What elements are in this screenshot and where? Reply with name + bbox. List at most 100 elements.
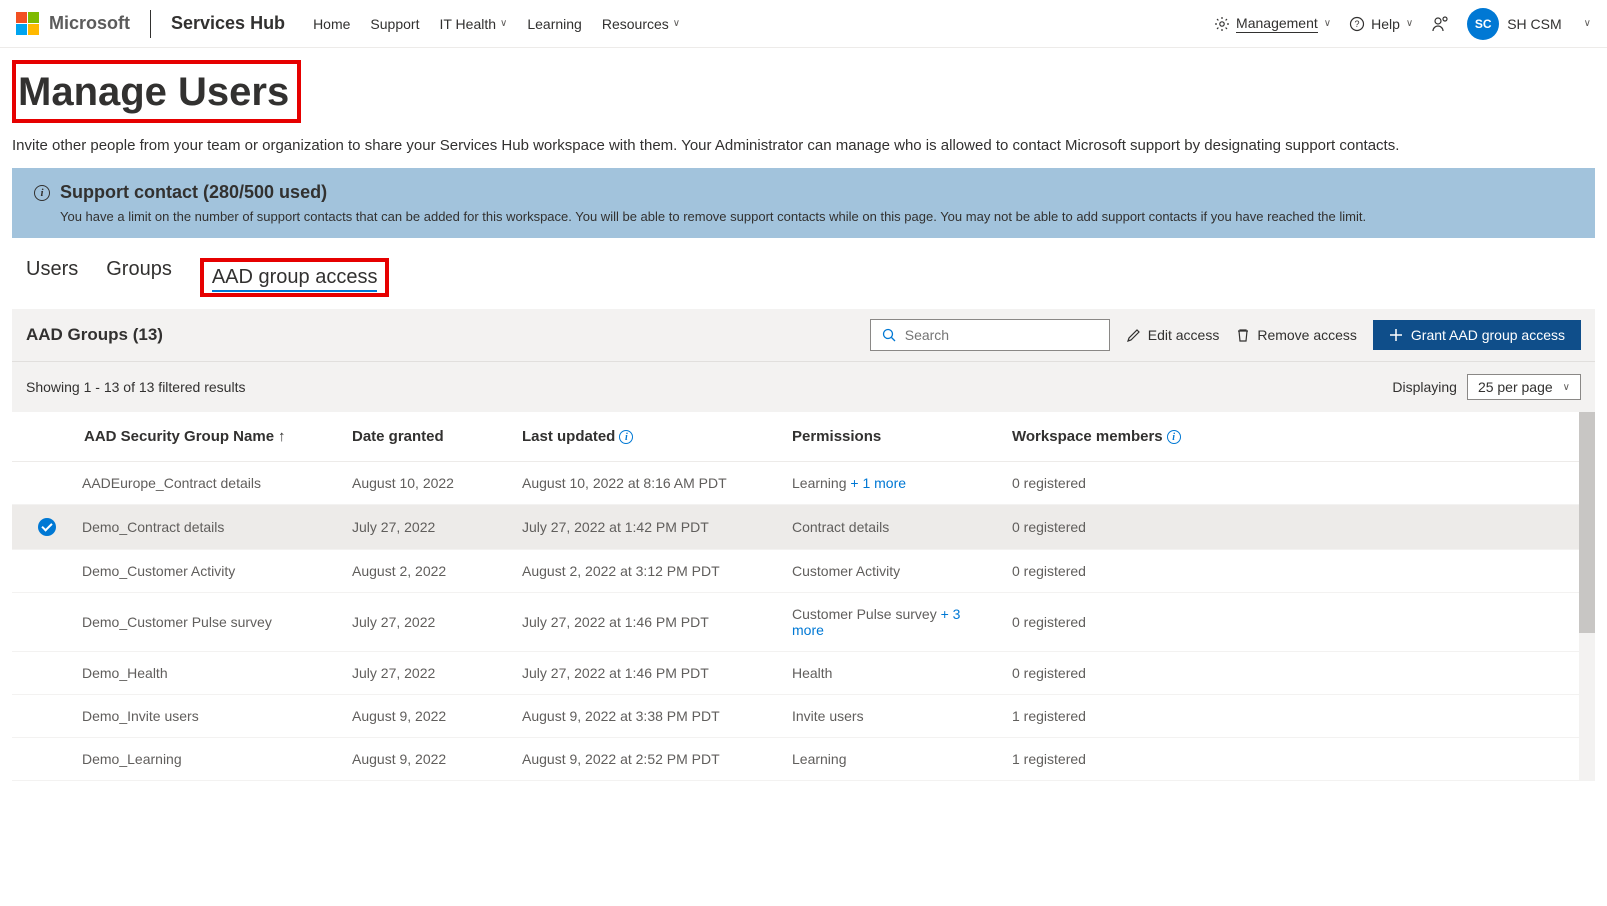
per-page-select[interactable]: 25 per page ∨: [1467, 374, 1581, 400]
cell-permissions: Health: [782, 652, 1002, 695]
row-checkbox-cell[interactable]: [12, 462, 72, 505]
cell-members: 0 registered: [1002, 652, 1595, 695]
displaying-label: Displaying: [1392, 379, 1457, 395]
management-menu[interactable]: Management ∨: [1214, 15, 1331, 33]
table-row[interactable]: AADEurope_Contract detailsAugust 10, 202…: [12, 462, 1595, 505]
table-row[interactable]: Demo_Customer ActivityAugust 2, 2022Augu…: [12, 550, 1595, 593]
chevron-down-icon: ∨: [1324, 18, 1331, 29]
filter-bar: Showing 1 - 13 of 13 filtered results Di…: [12, 361, 1595, 412]
cell-name: Demo_Health: [72, 652, 342, 695]
cell-date: July 27, 2022: [342, 652, 512, 695]
col-checkbox: [12, 412, 72, 462]
nav-learning[interactable]: Learning: [527, 16, 582, 32]
nav-resources-label: Resources: [602, 16, 669, 32]
grant-access-button[interactable]: Grant AAD group access: [1373, 320, 1581, 350]
support-contact-banner: i Support contact (280/500 used) You hav…: [12, 168, 1595, 238]
row-checkbox-cell[interactable]: [12, 550, 72, 593]
col-last-updated[interactable]: Last updated i: [512, 412, 782, 462]
col-date-granted[interactable]: Date granted: [342, 412, 512, 462]
table-row[interactable]: Demo_LearningAugust 9, 2022August 9, 202…: [12, 738, 1595, 781]
page-body: Manage Users Invite other people from yo…: [0, 48, 1607, 781]
table-row[interactable]: Demo_HealthJuly 27, 2022July 27, 2022 at…: [12, 652, 1595, 695]
global-header: Microsoft Services Hub Home Support IT H…: [0, 0, 1607, 48]
remove-access-button[interactable]: Remove access: [1235, 327, 1357, 343]
cell-permissions: Contract details: [782, 505, 1002, 550]
info-icon: i: [1167, 430, 1181, 444]
tab-aad-highlight: AAD group access: [200, 258, 390, 297]
help-label: Help: [1371, 16, 1400, 32]
info-icon: i: [619, 430, 633, 444]
tab-users[interactable]: Users: [26, 258, 78, 297]
col-name-label: AAD Security Group Name: [84, 428, 274, 445]
col-updated-label: Last updated: [522, 428, 615, 445]
table-container: AAD Security Group Name↑ Date granted La…: [12, 412, 1595, 781]
col-workspace-members[interactable]: Workspace members i: [1002, 412, 1595, 462]
row-checkbox-cell[interactable]: [12, 505, 72, 550]
cell-members: 0 registered: [1002, 593, 1595, 652]
cell-members: 1 registered: [1002, 695, 1595, 738]
notifications-button[interactable]: [1431, 15, 1449, 33]
brand-text: Microsoft: [49, 13, 130, 34]
cell-date: August 9, 2022: [342, 738, 512, 781]
table-row[interactable]: Demo_Contract detailsJuly 27, 2022July 2…: [12, 505, 1595, 550]
col-members-label: Workspace members: [1012, 428, 1163, 445]
microsoft-logo: [16, 12, 39, 35]
cell-permissions: Customer Activity: [782, 550, 1002, 593]
tab-strip: Users Groups AAD group access: [12, 238, 1595, 309]
nav-it-health[interactable]: IT Health∨: [439, 16, 507, 32]
tab-groups[interactable]: Groups: [106, 258, 172, 297]
cell-permissions: Learning + 1 more: [782, 462, 1002, 505]
nav-home[interactable]: Home: [313, 16, 350, 32]
row-checkbox-cell[interactable]: [12, 738, 72, 781]
cell-members: 0 registered: [1002, 550, 1595, 593]
scroll-thumb[interactable]: [1579, 412, 1595, 633]
cell-date: August 2, 2022: [342, 550, 512, 593]
chevron-down-icon: ∨: [1406, 18, 1413, 29]
chevron-down-icon: ∨: [1563, 382, 1570, 393]
banner-title-text: Support contact (280/500 used): [60, 182, 327, 203]
user-menu[interactable]: SC SH CSM ∨: [1467, 8, 1591, 40]
row-checkbox-cell[interactable]: [12, 695, 72, 738]
cell-updated: August 9, 2022 at 2:52 PM PDT: [512, 738, 782, 781]
cell-members: 0 registered: [1002, 505, 1595, 550]
info-icon: i: [34, 185, 50, 201]
cell-updated: July 27, 2022 at 1:46 PM PDT: [512, 593, 782, 652]
edit-access-button[interactable]: Edit access: [1126, 327, 1220, 343]
chevron-down-icon: ∨: [673, 18, 680, 29]
search-input[interactable]: [870, 319, 1110, 351]
avatar: SC: [1467, 8, 1499, 40]
banner-body: You have a limit on the number of suppor…: [60, 209, 1573, 224]
help-menu[interactable]: ? Help ∨: [1349, 16, 1413, 32]
table-row[interactable]: Demo_Invite usersAugust 9, 2022August 9,…: [12, 695, 1595, 738]
cell-members: 1 registered: [1002, 738, 1595, 781]
scrollbar[interactable]: [1579, 412, 1595, 781]
pencil-icon: [1126, 327, 1142, 343]
cell-name: AADEurope_Contract details: [72, 462, 342, 505]
more-permissions-link[interactable]: + 3 more: [792, 606, 960, 638]
cell-date: August 9, 2022: [342, 695, 512, 738]
results-count: Showing 1 - 13 of 13 filtered results: [26, 379, 1392, 395]
row-checkbox-cell[interactable]: [12, 593, 72, 652]
cell-members: 0 registered: [1002, 462, 1595, 505]
nav-support[interactable]: Support: [370, 16, 419, 32]
col-permissions[interactable]: Permissions: [782, 412, 1002, 462]
row-checkbox-cell[interactable]: [12, 652, 72, 695]
page-title: Manage Users: [12, 60, 301, 123]
nav-resources[interactable]: Resources ∨: [602, 16, 680, 32]
banner-title: i Support contact (280/500 used): [34, 182, 1573, 203]
more-permissions-link[interactable]: + 1 more: [850, 475, 906, 491]
cell-updated: August 9, 2022 at 3:38 PM PDT: [512, 695, 782, 738]
chevron-down-icon: ∨: [1584, 18, 1591, 29]
col-name[interactable]: AAD Security Group Name↑: [72, 412, 342, 462]
checkmark-icon: [38, 518, 56, 536]
management-label: Management: [1236, 15, 1318, 33]
user-name: SH CSM: [1507, 16, 1561, 32]
search-icon: [881, 327, 897, 343]
cell-permissions: Learning: [782, 738, 1002, 781]
search-field[interactable]: [905, 327, 1099, 343]
cell-permissions: Customer Pulse survey + 3 more: [782, 593, 1002, 652]
grant-access-label: Grant AAD group access: [1411, 327, 1565, 343]
table-row[interactable]: Demo_Customer Pulse surveyJuly 27, 2022J…: [12, 593, 1595, 652]
help-icon: ?: [1349, 16, 1365, 32]
tab-aad-group-access[interactable]: AAD group access: [212, 266, 378, 292]
